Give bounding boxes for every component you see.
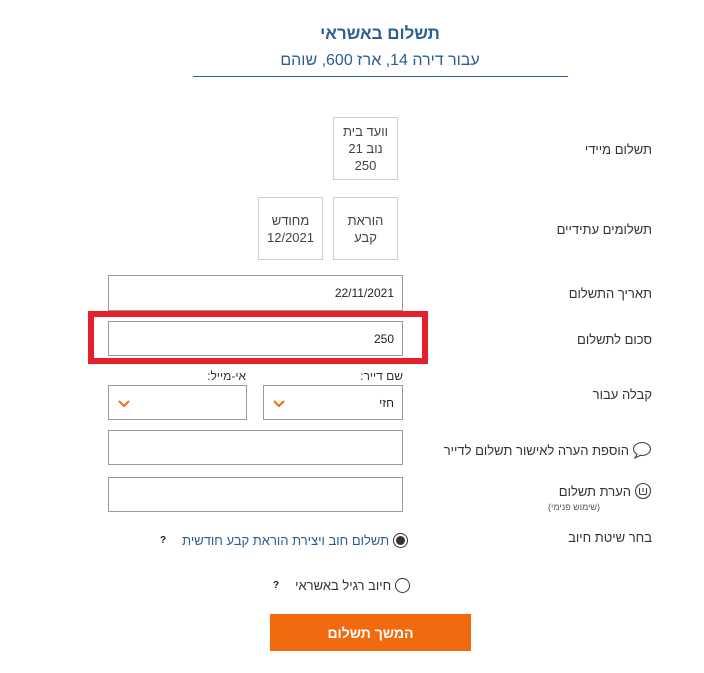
from-month-card[interactable]: מחודש 12/2021 bbox=[258, 197, 323, 260]
tenant-name-value: חזי bbox=[379, 395, 394, 410]
help-icon[interactable]: ? bbox=[160, 535, 166, 546]
payment-note-label: הערת תשלום bbox=[558, 483, 631, 499]
tenant-note-input[interactable] bbox=[108, 430, 403, 465]
tenant-name-select[interactable]: חזי bbox=[263, 385, 403, 420]
card-line: 250 bbox=[354, 158, 377, 173]
radio-button[interactable] bbox=[395, 578, 411, 593]
radio-selected-dot bbox=[396, 536, 406, 545]
chevron-down-icon bbox=[118, 399, 130, 407]
title-divider bbox=[193, 76, 568, 77]
email-select[interactable] bbox=[108, 385, 247, 420]
tenant-name-label: שם דייר: bbox=[360, 369, 403, 383]
charge-option-standing-order[interactable]: תשלום חוב ויצירת הוראת קבע חודשית ? bbox=[160, 533, 409, 548]
radio-button[interactable] bbox=[393, 533, 409, 548]
immediate-payment-card[interactable]: וועד בית נוב 21 250 bbox=[333, 117, 398, 180]
charge-method-label: בחר שיטת חיוב bbox=[568, 530, 652, 545]
speech-bubble-icon bbox=[632, 441, 652, 459]
highlight-box bbox=[88, 311, 428, 364]
charge-option-label[interactable]: חיוב רגיל באשראי bbox=[295, 578, 391, 593]
payment-note-input[interactable] bbox=[108, 477, 403, 512]
email-label: אי-מייל: bbox=[207, 369, 246, 383]
card-line: הוראת bbox=[347, 212, 384, 228]
future-payments-label: תשלומים עתידיים bbox=[556, 222, 652, 237]
charge-option-regular[interactable]: חיוב רגיל באשראי ? bbox=[273, 578, 411, 593]
charge-option-label[interactable]: תשלום חוב ויצירת הוראת קבע חודשית bbox=[182, 533, 389, 548]
payment-note-label-group: הערת תשלום bbox=[559, 482, 652, 500]
tenant-note-label: הוספת הערה לאישור תשלום לדייר bbox=[443, 442, 629, 458]
payment-amount-label: סכום לתשלום bbox=[577, 332, 652, 347]
standing-order-card[interactable]: הוראת קבע bbox=[333, 197, 398, 260]
tenant-note-label-group: הוספת הערה לאישור תשלום לדייר bbox=[444, 441, 652, 459]
card-line: מחודש bbox=[271, 212, 310, 228]
immediate-payment-label: תשלום מיידי bbox=[584, 142, 652, 157]
payment-date-value: 22/11/2021 bbox=[334, 286, 394, 300]
card-line: וועד בית bbox=[342, 124, 388, 139]
payment-date-label: תאריך התשלום bbox=[568, 286, 652, 301]
payment-note-sublabel: (שימוש פנימי) bbox=[548, 502, 600, 512]
card-line: נוב 21 bbox=[348, 141, 383, 156]
help-icon[interactable]: ? bbox=[273, 580, 279, 591]
card-line: קבע bbox=[354, 229, 377, 245]
page-title: תשלום באשראי bbox=[320, 24, 440, 43]
receipt-label: קבלה עבור bbox=[592, 387, 652, 402]
card-line: 12/2021 bbox=[267, 229, 314, 245]
page-subtitle: עבור דירה 14, ארז 600, שוהם bbox=[280, 52, 480, 69]
payment-date-input[interactable]: 22/11/2021 bbox=[108, 275, 403, 311]
chevron-down-icon bbox=[273, 399, 285, 407]
continue-payment-button[interactable]: המשך תשלום bbox=[270, 614, 471, 651]
payment-note-icon bbox=[634, 482, 652, 500]
